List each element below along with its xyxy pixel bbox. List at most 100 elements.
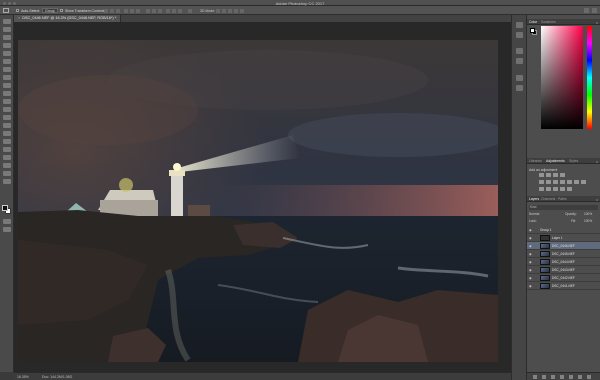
exposure-icon[interactable] (560, 173, 565, 177)
hue-slider[interactable] (587, 26, 592, 129)
auto-select-checkbox[interactable] (16, 9, 19, 12)
blend-mode-dropdown[interactable]: Normal (529, 212, 539, 216)
distribute-top-icon[interactable] (146, 8, 150, 13)
color-panel-fg-swatch[interactable] (530, 28, 535, 33)
align-vcenter-icon[interactable] (110, 8, 114, 13)
tab-layers[interactable]: Layers (529, 197, 539, 201)
close-tab-icon[interactable]: × (18, 16, 20, 20)
posterize-icon[interactable] (546, 187, 551, 191)
layer-row[interactable]: ◉ Group 1 (527, 226, 600, 234)
tab-channels[interactable]: Channels (541, 197, 555, 201)
history-brush-tool-icon[interactable] (3, 91, 11, 96)
layer-filter[interactable]: Kind (529, 205, 598, 210)
align-hcenter-icon[interactable] (130, 8, 134, 13)
brightness-contrast-icon[interactable] (539, 173, 544, 177)
layer-row[interactable]: ◉ DSC_0441.NEF (527, 282, 600, 290)
visibility-eye-icon[interactable]: ◉ (529, 228, 532, 232)
distribute-left-icon[interactable] (166, 8, 170, 13)
healing-brush-tool-icon[interactable] (3, 67, 11, 72)
distribute-bottom-icon[interactable] (158, 8, 162, 13)
eyedropper-tool-icon[interactable] (3, 59, 11, 64)
black-white-icon[interactable] (560, 180, 565, 184)
layers-menu-icon[interactable]: ≡ (596, 198, 598, 202)
distribute-right-icon[interactable] (178, 8, 182, 13)
visibility-eye-icon[interactable]: ◉ (529, 276, 532, 280)
blur-tool-icon[interactable] (3, 115, 11, 120)
document-canvas[interactable] (18, 40, 498, 362)
color-lookup-icon[interactable] (581, 180, 586, 184)
tab-libraries[interactable]: Libraries (529, 159, 542, 163)
invert-icon[interactable] (539, 187, 544, 191)
add-mask-icon[interactable] (551, 375, 555, 379)
curves-icon[interactable] (553, 173, 558, 177)
layer-row[interactable]: ◉ DSC_0442.NEF (527, 274, 600, 282)
photo-filter-icon[interactable] (567, 180, 572, 184)
character-panel-icon[interactable] (516, 75, 523, 81)
visibility-eye-icon[interactable]: ◉ (529, 284, 532, 288)
shape-tool-icon[interactable] (3, 155, 11, 160)
dodge-tool-icon[interactable] (3, 123, 11, 128)
color-balance-icon[interactable] (553, 180, 558, 184)
marquee-tool-icon[interactable] (3, 27, 11, 32)
search-icon[interactable] (584, 8, 589, 13)
auto-select-dropdown[interactable]: Group (42, 8, 58, 13)
history-panel-icon[interactable] (516, 22, 523, 28)
delete-layer-icon[interactable] (587, 375, 591, 379)
scale-3d-icon[interactable] (240, 8, 244, 13)
layer-row[interactable]: ◉ DSC_0446.NEF (527, 242, 600, 250)
move-tool-icon[interactable] (3, 19, 11, 24)
show-transform-checkbox[interactable] (60, 9, 63, 12)
orbit-3d-icon[interactable] (216, 8, 220, 13)
properties-panel-icon[interactable] (516, 48, 523, 54)
vibrance-icon[interactable] (539, 180, 544, 184)
zoom-tool-icon[interactable] (3, 171, 11, 176)
adjustments-menu-icon[interactable]: ≡ (596, 160, 598, 164)
align-bottom-icon[interactable] (116, 8, 120, 13)
threshold-icon[interactable] (553, 187, 558, 191)
color-picker-field[interactable] (541, 26, 583, 129)
pen-tool-icon[interactable] (3, 131, 11, 136)
layer-row[interactable]: ◉ DSC_0444.NEF (527, 258, 600, 266)
quick-select-tool-icon[interactable] (3, 43, 11, 48)
layer-row[interactable]: ◉ DSC_0445.NEF (527, 250, 600, 258)
link-layers-icon[interactable] (533, 375, 537, 379)
more-tools-icon[interactable] (3, 179, 11, 184)
workspace-switcher-icon[interactable] (592, 8, 597, 13)
layer-row[interactable]: ◉ Layer 1 (527, 234, 600, 242)
selective-color-icon[interactable] (567, 187, 572, 191)
new-group-icon[interactable] (569, 375, 573, 379)
distribute-hcenter-icon[interactable] (172, 8, 176, 13)
tab-styles[interactable]: Styles (569, 159, 578, 163)
hue-saturation-icon[interactable] (546, 180, 551, 184)
gradient-tool-icon[interactable] (3, 107, 11, 112)
auto-align-icon[interactable] (188, 8, 192, 13)
visibility-eye-icon[interactable]: ◉ (529, 236, 532, 240)
pan-3d-icon[interactable] (228, 8, 232, 13)
brush-tool-icon[interactable] (3, 75, 11, 80)
new-adjustment-layer-icon[interactable] (560, 375, 564, 379)
visibility-eye-icon[interactable]: ◉ (529, 260, 532, 264)
path-select-tool-icon[interactable] (3, 147, 11, 152)
tab-paths[interactable]: Paths (558, 197, 567, 201)
slide-3d-icon[interactable] (234, 8, 238, 13)
new-layer-icon[interactable] (578, 375, 582, 379)
tab-adjustments[interactable]: Adjustments (546, 159, 565, 163)
brush-panel-icon[interactable] (516, 58, 523, 64)
roll-3d-icon[interactable] (222, 8, 226, 13)
fill-value[interactable]: 100% (584, 219, 592, 223)
gradient-map-icon[interactable] (560, 187, 565, 191)
move-tool-preset-icon[interactable] (3, 8, 9, 13)
visibility-eye-icon[interactable]: ◉ (529, 244, 532, 248)
align-top-icon[interactable] (104, 8, 108, 13)
opacity-value[interactable]: 100% (584, 212, 592, 216)
screen-mode-icon[interactable] (3, 227, 11, 232)
paragraph-panel-icon[interactable] (516, 85, 523, 91)
channel-mixer-icon[interactable] (574, 180, 579, 184)
foreground-color-swatch[interactable] (2, 205, 8, 211)
eraser-tool-icon[interactable] (3, 99, 11, 104)
visibility-eye-icon[interactable]: ◉ (529, 252, 532, 256)
levels-icon[interactable] (546, 173, 551, 177)
distribute-vcenter-icon[interactable] (152, 8, 156, 13)
lasso-tool-icon[interactable] (3, 35, 11, 40)
align-right-icon[interactable] (136, 8, 140, 13)
